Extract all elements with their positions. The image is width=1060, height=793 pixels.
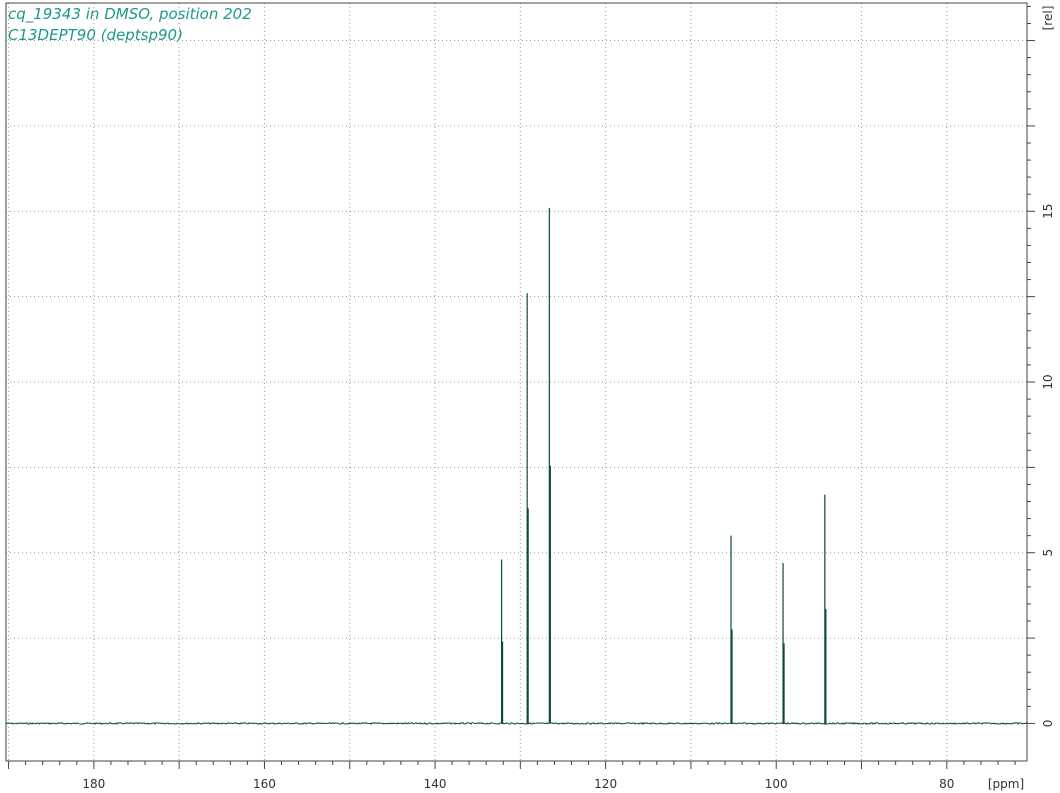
x-tick-label: 120 — [594, 777, 617, 791]
spectrum-peak — [824, 494, 827, 724]
spectrum-peak — [526, 293, 529, 724]
spectrum-peak — [730, 535, 733, 724]
spectrum-layer — [5, 207, 1028, 725]
nmr-spectrum-chart: cq_19343 in DMSO, position 202 C13DEPT90… — [0, 0, 1060, 793]
spectrum-plot-area: 180 160 140 120 100 80 [ppm] 0 5 10 15 [rel] — [5, 2, 1055, 791]
label-layer: 180 160 140 120 100 80 [ppm] 0 5 10 15 [rel] — [82, 6, 1055, 791]
y-tick-label: 15 — [1041, 204, 1055, 219]
spectrum-baseline — [5, 722, 1028, 725]
x-tick-label: 180 — [82, 777, 105, 791]
spectrum-peak — [500, 559, 504, 724]
grid-layer — [6, 3, 1027, 761]
x-tick-label: 140 — [424, 777, 447, 791]
y-axis-label: [rel] — [1041, 6, 1055, 31]
y-tick-label: 5 — [1041, 549, 1055, 557]
plot-frame — [5, 2, 1028, 762]
spectrum-peak — [782, 562, 785, 724]
y-tick-label: 0 — [1041, 720, 1055, 728]
x-tick-label: 160 — [253, 777, 276, 791]
x-tick-label: 100 — [765, 777, 788, 791]
axis-layer — [5, 2, 1035, 769]
y-tick-label: 10 — [1041, 374, 1055, 389]
spectrum-peak — [548, 207, 551, 724]
x-axis-label: [ppm] — [988, 777, 1024, 791]
x-tick-label: 80 — [939, 777, 954, 791]
